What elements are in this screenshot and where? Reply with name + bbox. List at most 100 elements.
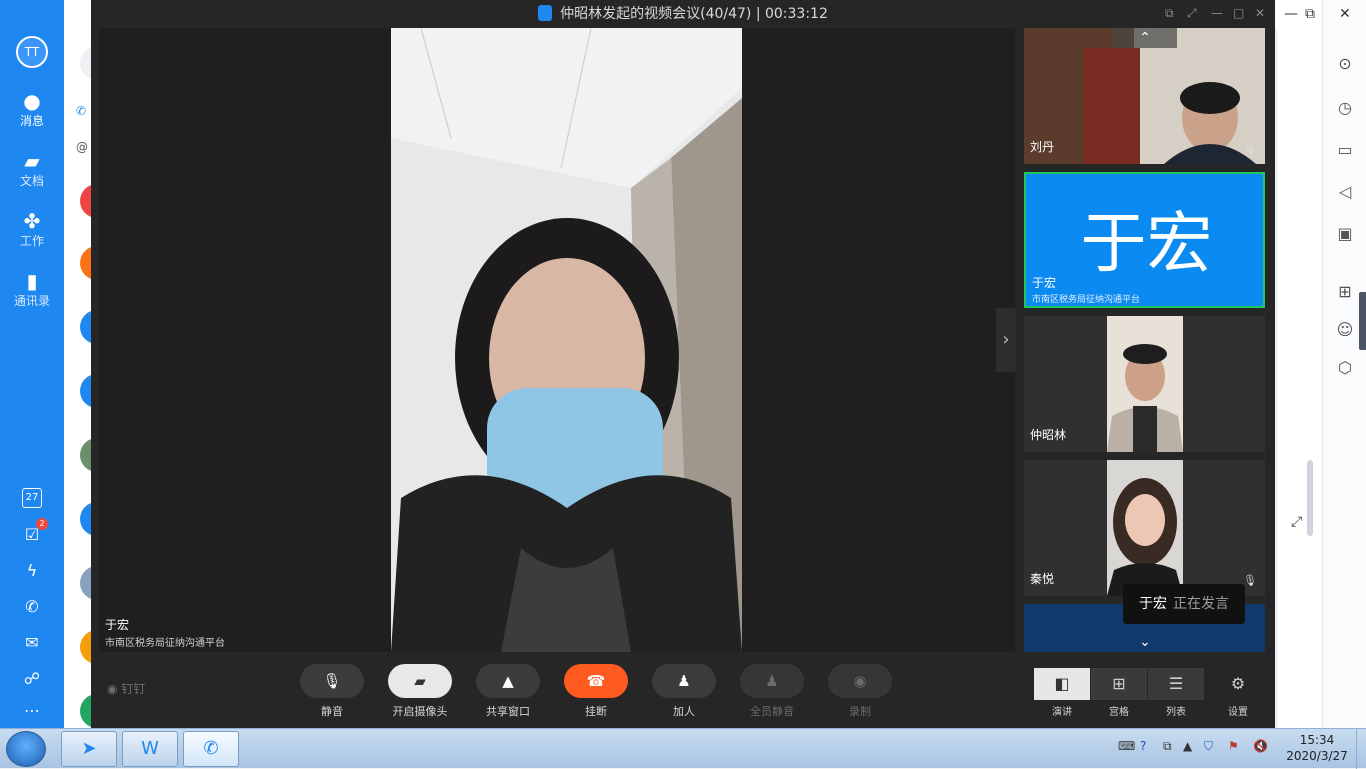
avatar-initials: TT: [24, 45, 40, 59]
camera-label: 开启摄像头: [392, 705, 448, 718]
mute-button[interactable]: 🎙: [300, 664, 364, 698]
grid-layout-button[interactable]: ⊞: [1091, 668, 1147, 700]
folder-icon[interactable]: ▭: [1331, 136, 1359, 164]
phone-filter-icon[interactable]: ✆: [76, 104, 91, 120]
hangup-button[interactable]: ☎: [564, 664, 628, 698]
participant-video: [1024, 28, 1265, 164]
mute-all-label: 全员静音: [750, 705, 794, 718]
chat-list-strip: ✆ @: [64, 0, 92, 728]
share-window-button[interactable]: ▲: [476, 664, 540, 698]
right-toolbar: ⧉ ✕ ⊙ ◷ ▭ ◁ ▣ ⊞ ☺ ⬡: [1305, 0, 1366, 728]
lightning-icon[interactable]: ϟ: [20, 560, 44, 582]
active-speaker-tile[interactable]: 于宏 于宏 市南区税务局征纳沟通平台: [1024, 172, 1265, 308]
lock-icon: [538, 5, 553, 21]
minimize-icon[interactable]: —: [1211, 6, 1223, 20]
toast-status: 正在发言: [1173, 596, 1229, 612]
background-window-titlebar: —: [1276, 0, 1322, 30]
nav-label: 通讯录: [13, 294, 50, 308]
background-chat-pane: ⤢: [1276, 30, 1322, 728]
list-layout-button[interactable]: ☰: [1148, 668, 1204, 700]
record-button[interactable]: ◉: [828, 664, 892, 698]
nav-item-contacts[interactable]: ▮ 通讯录: [0, 270, 64, 309]
nav-label: 消息: [19, 114, 44, 128]
close-icon[interactable]: ✕: [1255, 6, 1265, 20]
add-app-icon[interactable]: ⊞: [1331, 278, 1359, 306]
microphone-icon: 🎙: [1243, 142, 1257, 155]
add-person-button[interactable]: ♟: [652, 664, 716, 698]
speaker-layout-button[interactable]: ◧: [1034, 668, 1090, 700]
expand-icon[interactable]: ⤢: [1291, 514, 1302, 530]
user-avatar[interactable]: TT: [16, 36, 48, 68]
share-screen-icon: ▲: [502, 672, 514, 690]
mute-all-button[interactable]: ♟: [740, 664, 804, 698]
camera-button[interactable]: ▰: [388, 664, 452, 698]
participant-tile[interactable]: 秦悦 🎙: [1024, 460, 1265, 596]
main-speaker-name: 于宏: [105, 618, 130, 632]
scroll-up-arrow[interactable]: ⌃: [1113, 28, 1177, 48]
participant-tile[interactable]: ⌃ 刘丹 🎙: [1024, 28, 1265, 164]
speaker-layout-label: 演讲: [1052, 707, 1072, 718]
meeting-titlebar: 仲昭林发起的视频会议(40/47) | 00:33:12 ⧉ ⤢ — □ ✕: [91, 0, 1275, 28]
meeting-title: 仲昭林发起的视频会议(40/47) | 00:33:12: [560, 6, 828, 22]
live-tv-icon[interactable]: ▣: [1331, 220, 1359, 248]
more-options-icon[interactable]: ⊙: [1331, 50, 1359, 78]
participant-name: 仲昭林: [1030, 428, 1067, 442]
microphone-icon: 🎙: [322, 672, 342, 690]
more-icon[interactable]: ⋯: [20, 700, 44, 722]
at-mention-icon[interactable]: @: [76, 140, 91, 156]
volume-muted-icon[interactable]: 🔇: [1253, 739, 1268, 753]
announcement-icon[interactable]: ◁: [1331, 178, 1359, 206]
add-person-icon: ♟: [677, 672, 691, 690]
mail-icon[interactable]: ✉: [20, 632, 44, 654]
taskbar-app-dingtalk[interactable]: ➤: [61, 731, 117, 767]
meeting-title-row: 仲昭林发起的视频会议(40/47) | 00:33:12: [91, 0, 1275, 28]
share-link-icon[interactable]: ⧉: [1165, 6, 1174, 21]
restore-icon[interactable]: ⧉: [1305, 6, 1315, 22]
grid-layout-label: 宫格: [1109, 707, 1129, 718]
settings-button[interactable]: ⚙: [1211, 668, 1265, 700]
nav-item-documents[interactable]: ▰ 文档: [0, 150, 64, 189]
org-network-icon[interactable]: ☍: [20, 668, 44, 690]
brand-text: 钉钉: [121, 682, 146, 696]
fullscreen-icon[interactable]: ⤢: [1187, 6, 1197, 21]
main-video-area[interactable]: 于宏 市南区税务局征纳沟通平台: [99, 28, 1015, 652]
volume-meter: [1359, 292, 1366, 350]
document-folder-icon: ▰: [24, 149, 40, 173]
maximize-icon[interactable]: □: [1233, 6, 1244, 20]
speaking-toast: 于宏 正在发言: [1123, 584, 1245, 624]
calendar-icon[interactable]: 27: [22, 488, 42, 508]
hangup-label: 挂断: [585, 705, 607, 718]
next-page-arrow[interactable]: ›: [996, 308, 1016, 372]
network-warning-icon[interactable]: ⚑: [1228, 739, 1239, 753]
package-icon[interactable]: ⬡: [1331, 354, 1359, 382]
network-copy-icon[interactable]: ⧉: [1163, 739, 1172, 754]
apps-grid-icon: ✤: [23, 209, 41, 233]
system-clock[interactable]: 15:34 2020/3/27: [1282, 732, 1352, 764]
record-icon: ◉: [853, 672, 867, 690]
list-layout-icon: ☰: [1168, 674, 1184, 693]
settings-label: 设置: [1228, 707, 1248, 718]
nav-item-messages[interactable]: ● 消息: [0, 90, 64, 129]
wps-icon: W: [141, 738, 159, 759]
speaker-video: [391, 28, 742, 652]
security-shield-icon[interactable]: ⛉: [1204, 739, 1213, 754]
show-desktop-button[interactable]: [1356, 729, 1366, 769]
taskbar-app-wps[interactable]: W: [122, 731, 178, 767]
taskbar-app-meeting[interactable]: ✆: [183, 731, 239, 767]
help-icon[interactable]: ?: [1140, 739, 1146, 753]
participant-tile[interactable]: 仲昭林: [1024, 316, 1265, 452]
speaker-layout-icon: ◧: [1054, 674, 1070, 693]
scrollbar[interactable]: [1307, 460, 1313, 536]
phone-call-icon[interactable]: ✆: [20, 596, 44, 618]
show-hidden-icons[interactable]: ▲: [1183, 739, 1192, 753]
history-clock-icon[interactable]: ◷: [1331, 94, 1359, 122]
contacts-icon: ▮: [26, 269, 38, 293]
main-speaker-org: 市南区税务局征纳沟通平台: [105, 638, 225, 649]
nav-item-work[interactable]: ✤ 工作: [0, 210, 64, 249]
keyboard-icon[interactable]: ⌨: [1118, 739, 1135, 753]
minimize-icon[interactable]: —: [1284, 6, 1298, 22]
close-icon[interactable]: ✕: [1339, 6, 1351, 22]
start-button[interactable]: [6, 731, 46, 767]
scroll-down-arrow[interactable]: ⌄: [1113, 632, 1177, 652]
robot-icon[interactable]: ☺: [1331, 316, 1359, 344]
